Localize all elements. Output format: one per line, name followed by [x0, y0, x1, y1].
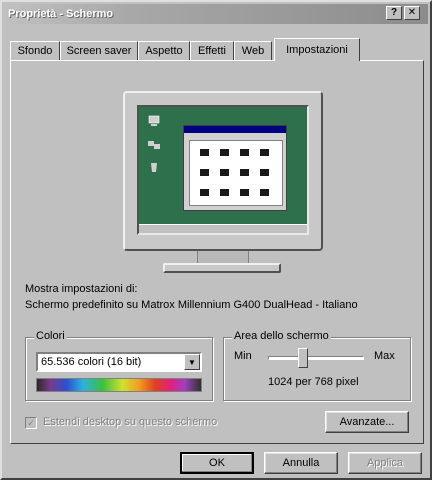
tab-web[interactable]: Web [234, 41, 272, 60]
screen-area-group-title: Area dello schermo [232, 330, 331, 342]
sample-window-titlebar [184, 126, 286, 133]
tab-screen-saver[interactable]: Screen saver [60, 41, 138, 60]
settings-panel: Mostra impostazioni di: Schermo predefin… [10, 60, 424, 444]
monitor-base [163, 263, 281, 273]
network-icon [148, 141, 160, 149]
chevron-down-icon[interactable]: ▼ [184, 354, 200, 370]
slider-min-label: Min [234, 350, 252, 362]
display-heading: Mostra impostazioni di: [25, 283, 138, 295]
sample-window-content [189, 140, 283, 206]
display-properties-window: Proprietà - Schermo ? ✕ Sfondo Screen sa… [0, 0, 432, 480]
resolution-value: 1024 per 768 pixel [268, 376, 359, 388]
slider-max-label: Max [374, 350, 395, 362]
ok-button[interactable]: OK [180, 452, 254, 474]
colors-group-title: Colori [34, 330, 67, 342]
close-button[interactable]: ✕ [404, 6, 420, 20]
color-spectrum-bar [36, 378, 202, 392]
advanced-button[interactable]: Avanzate... [325, 411, 409, 433]
cancel-button[interactable]: Annulla [264, 452, 338, 474]
my-computer-icon [148, 115, 160, 126]
tab-sfondo[interactable]: Sfondo [10, 41, 60, 60]
window-title: Proprietà - Schermo [8, 8, 114, 20]
monitor-neck [197, 251, 249, 263]
tab-effetti[interactable]: Effetti [190, 41, 234, 60]
monitor-screen [137, 105, 309, 235]
display-device: Schermo predefinito su Matrox Millennium… [25, 299, 358, 311]
help-button[interactable]: ? [386, 6, 402, 20]
tab-impostazioni[interactable]: Impostazioni [274, 38, 360, 61]
resolution-slider-thumb[interactable] [298, 348, 309, 368]
screen-area-group: Area dello schermo Min Max 1024 per 768 … [223, 330, 411, 401]
extend-desktop-label: Estendi desktop su questo schermo [43, 416, 218, 428]
sample-window [183, 125, 287, 211]
resolution-slider-track[interactable] [268, 356, 364, 360]
title-bar[interactable]: Proprietà - Schermo ? ✕ [4, 4, 428, 24]
colors-group: Colori 65.536 colori (16 bit) ▼ [25, 330, 213, 401]
color-depth-select[interactable]: 65.536 colori (16 bit) ▼ [36, 352, 202, 372]
sample-taskbar [139, 224, 307, 233]
apply-button[interactable]: Applica [348, 452, 422, 474]
color-depth-value: 65.536 colori (16 bit) [41, 356, 142, 368]
monitor-preview [123, 91, 323, 251]
extend-desktop-checkbox[interactable]: ✓ [25, 417, 37, 429]
recycle-bin-icon [151, 163, 157, 172]
sample-folder-icons [200, 149, 269, 196]
tab-aspetto[interactable]: Aspetto [138, 41, 190, 60]
